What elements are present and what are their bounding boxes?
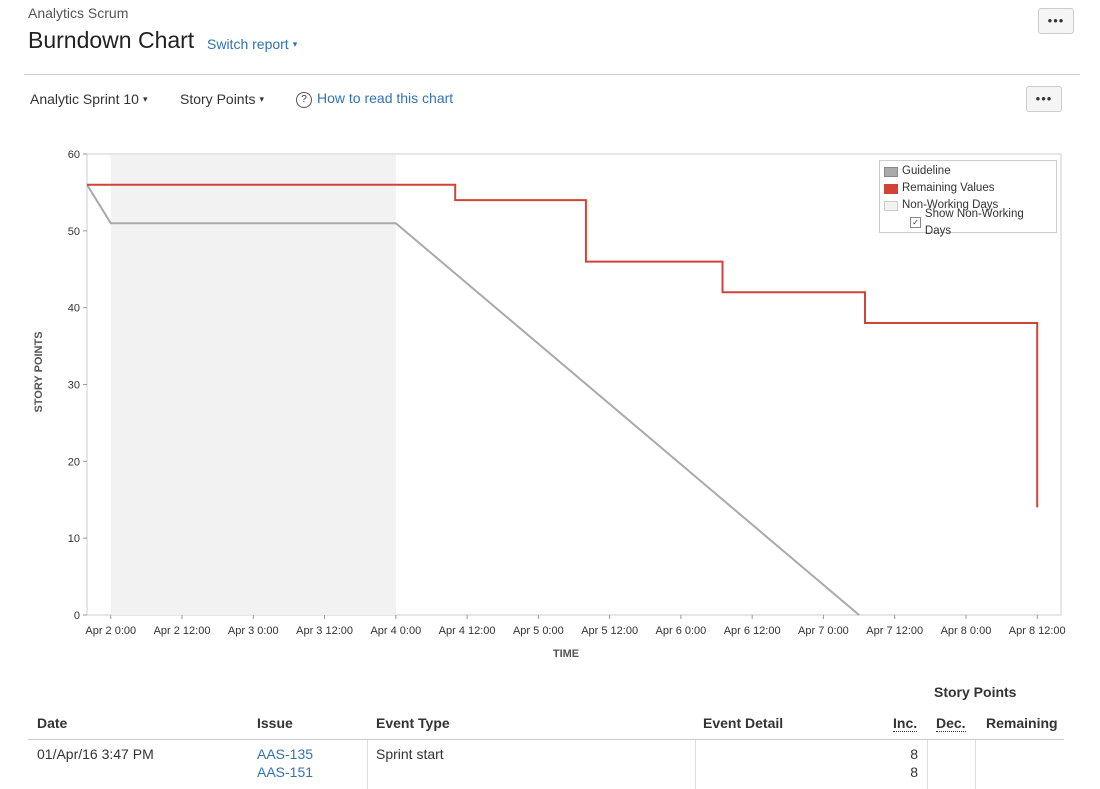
x-tick-label: Apr 8 0:00 [941,625,992,637]
help-icon: ? [296,92,312,108]
y-tick-label: 50 [68,226,80,238]
x-tick-label: Apr 4 0:00 [370,625,421,637]
legend-swatch-non-working [884,200,898,211]
switch-report-dropdown[interactable]: Switch report ▾ [207,36,297,52]
issue-link[interactable]: AAS-135 [257,746,313,762]
legend-item-guideline: Guideline [884,163,1052,180]
chart-more-button[interactable]: ••• [1026,86,1062,112]
switch-report-label: Switch report [207,36,289,52]
chart-legend: Guideline Remaining Values Non-Working D… [879,160,1057,237]
x-tick-label: Apr 7 12:00 [866,625,923,637]
how-to-read-link[interactable]: ? How to read this chart [296,90,453,109]
row-inc-value: 8 [910,764,918,780]
how-to-read-label: How to read this chart [317,90,454,106]
sprint-selector[interactable]: Analytic Sprint 10 ▾ [30,91,147,107]
chevron-down-icon: ▾ [142,94,148,104]
col-event-type: Event Type [376,715,450,731]
col-issue: Issue [257,715,293,731]
x-tick-label: Apr 8 12:00 [1009,625,1066,637]
legend-label-remaining: Remaining Values [902,182,995,194]
story-points-group-header: Story Points [934,684,1017,700]
chevron-down-icon: ▾ [292,39,298,49]
col-divider [695,740,696,789]
row-event-type: Sprint start [376,746,444,762]
y-tick-label: 0 [74,610,80,622]
col-divider [927,740,928,789]
issue-link[interactable]: AAS-151 [257,764,313,780]
y-tick-label: 20 [68,456,80,468]
x-tick-label: Apr 6 12:00 [724,625,781,637]
col-dec: Dec. [936,715,966,732]
x-tick-label: Apr 2 12:00 [154,625,211,637]
x-tick-label: Apr 7 0:00 [798,625,849,637]
show-non-working-toggle[interactable]: ✓ Show Non-Working Days [910,208,1052,237]
x-tick-label: Apr 2 0:00 [85,625,136,637]
estimate-selector-label: Story Points [180,91,256,107]
col-dec-label: Dec. [936,715,966,732]
header-divider [24,74,1080,75]
x-tick-label: Apr 3 0:00 [228,625,279,637]
chevron-down-icon: ▾ [259,94,265,104]
header-more-button[interactable]: ••• [1038,8,1074,34]
y-tick-label: 30 [68,380,80,392]
row-date: 01/Apr/16 3:47 PM [37,746,154,762]
col-event-detail: Event Detail [703,715,784,731]
legend-swatch-remaining [884,183,898,194]
checkbox-icon[interactable]: ✓ [910,217,921,228]
x-tick-label: Apr 3 12:00 [296,625,353,637]
sprint-selector-label: Analytic Sprint 10 [30,91,139,107]
col-divider [367,740,368,789]
legend-swatch-guideline [884,166,898,177]
legend-label-guideline: Guideline [902,165,951,177]
x-tick-label: Apr 6 0:00 [656,625,707,637]
legend-item-remaining: Remaining Values [884,180,1052,197]
col-inc-label: Inc. [893,715,918,732]
show-non-working-label: Show Non-Working Days [924,207,1024,237]
col-divider [975,740,976,789]
table-header-divider [28,739,1064,740]
y-tick-label: 10 [68,533,80,545]
x-tick-label: Apr 4 12:00 [439,625,496,637]
estimate-selector[interactable]: Story Points ▾ [180,91,264,107]
col-date: Date [37,715,68,731]
col-remaining: Remaining [986,715,1058,731]
row-inc-value: 8 [910,746,918,762]
x-axis-title: TIME [553,648,579,660]
y-tick-label: 40 [68,303,80,315]
x-tick-label: Apr 5 12:00 [581,625,638,637]
y-axis-title: STORY POINTS [33,331,45,412]
y-tick-label: 60 [68,149,80,161]
col-inc: Inc. [893,715,918,732]
project-name: Analytics Scrum [28,5,129,21]
page-title: Burndown Chart [28,27,195,53]
x-tick-label: Apr 5 0:00 [513,625,564,637]
